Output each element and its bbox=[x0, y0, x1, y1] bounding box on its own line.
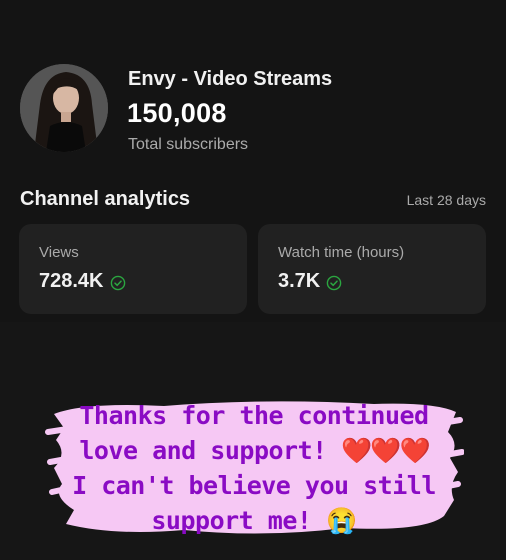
views-value: 728.4K bbox=[39, 270, 104, 292]
caption-line-3: I can't believe you still bbox=[72, 471, 436, 500]
watch-time-value: 3.7K bbox=[278, 270, 321, 292]
sticker-caption: Thanks for the continued love and suppor… bbox=[44, 398, 464, 538]
watch-time-label: Watch time (hours) bbox=[278, 244, 405, 261]
red-hearts-icon: ❤️❤️❤️ bbox=[341, 436, 430, 465]
period-selector[interactable]: Last 28 days bbox=[407, 192, 486, 208]
views-card[interactable]: Views 728.4K bbox=[19, 224, 247, 314]
crying-face-icon: 😭 bbox=[326, 506, 357, 535]
channel-name: Envy - Video Streams bbox=[128, 68, 333, 90]
caption-line-1: Thanks for the continued bbox=[79, 401, 429, 430]
watch-time-card[interactable]: Watch time (hours) 3.7K bbox=[258, 224, 486, 314]
channel-avatar[interactable] bbox=[20, 64, 108, 152]
check-circle-icon bbox=[326, 274, 342, 290]
avatar-photo-icon bbox=[20, 64, 108, 152]
analytics-screen: Envy - Video Streams 150,008 Total subsc… bbox=[0, 0, 506, 560]
caption-line-4-text: support me! bbox=[151, 506, 312, 535]
views-value-row: 728.4K bbox=[39, 270, 126, 293]
views-label: Views bbox=[39, 244, 79, 261]
check-circle-icon bbox=[110, 274, 126, 290]
watch-time-value-row: 3.7K bbox=[278, 270, 342, 293]
section-title: Channel analytics bbox=[20, 188, 191, 210]
caption-line-2: love and support! ❤️❤️❤️ bbox=[44, 433, 464, 468]
subscriber-label: Total subscribers bbox=[128, 136, 249, 153]
caption-line-4: support me! 😭 bbox=[44, 503, 464, 538]
caption-line-2-text: love and support! bbox=[79, 436, 327, 465]
subscriber-count: 150,008 bbox=[127, 98, 227, 128]
